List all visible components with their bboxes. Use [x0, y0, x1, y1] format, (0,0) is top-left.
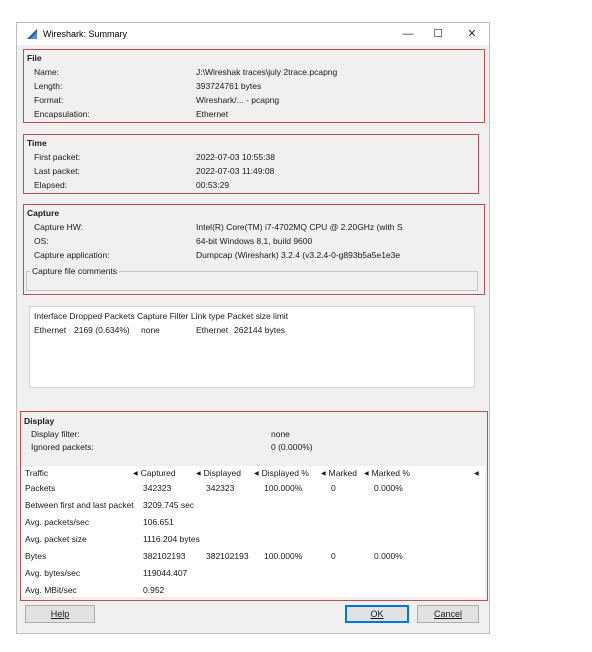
sort-arrow-icon: ◀	[133, 471, 138, 477]
marked-percent-header[interactable]: ◀ Marked %	[364, 468, 410, 478]
interfaces-table[interactable]: Interface Dropped Packets Capture Filter…	[29, 306, 475, 388]
sort-arrow-icon: ◀	[254, 471, 259, 477]
sort-arrow-icon[interactable]: ◀	[474, 468, 482, 478]
capture-hw-value: Intel(R) Core(TM) i7-4702MQ CPU @ 2.20GH…	[196, 222, 403, 232]
file-section-title: File	[27, 53, 42, 63]
captured-header[interactable]: ◀ Captured	[133, 468, 176, 478]
traffic-header[interactable]: Traffic	[25, 468, 48, 478]
file-encapsulation-value: Ethernet	[196, 109, 229, 119]
minimize-button[interactable]: —	[393, 23, 423, 45]
maximize-button[interactable]: ☐	[423, 23, 453, 45]
close-button[interactable]: ✕	[457, 23, 487, 45]
row-label-cell: Avg. packets/sec	[25, 517, 90, 527]
elapsed-label: Elapsed:	[34, 180, 68, 190]
marked-percent-cell: 0.000%	[374, 483, 403, 493]
ignored-packets-value: 0 (0.000%)	[271, 442, 313, 452]
marked-header[interactable]: ◀ Marked	[321, 468, 357, 478]
display-filter-label: Display filter:	[31, 429, 80, 439]
captured-cell: 382102193	[143, 551, 186, 561]
sort-arrow-icon: ◀	[364, 471, 369, 477]
traffic-table[interactable]: Traffic ◀ Captured ◀ Displayed ◀ Displayed …	[21, 466, 485, 597]
display-filter-value: none	[271, 429, 290, 439]
os-label: OS:	[34, 236, 49, 246]
row-label-cell: Between first and last packet	[25, 500, 134, 510]
dropped-packets-cell: 2169 (0.634%)	[74, 325, 130, 335]
capture-comments-label: Capture file comments	[30, 266, 120, 276]
interfaces-header: Interface Dropped Packets Capture Filter…	[34, 311, 289, 321]
capture-filter-cell: none	[141, 325, 160, 335]
last-packet-label: Last packet:	[34, 166, 80, 176]
displayed-cell: 342323	[206, 483, 235, 493]
cancel-button[interactable]: Cancel	[417, 605, 479, 623]
captured-cell: 3209.745 sec	[143, 500, 195, 510]
row-label-cell: Bytes	[25, 551, 47, 561]
packet-size-limit-cell: 262144 bytes	[234, 325, 286, 335]
marked-percent-cell: 0.000%	[374, 551, 403, 561]
capture-section-title: Capture	[27, 208, 60, 218]
file-encapsulation-label: Encapsulation:	[34, 109, 90, 119]
displayed-percent-header[interactable]: ◀ Displayed %	[254, 468, 309, 478]
row-label-cell: Avg. packet size	[25, 534, 87, 544]
link-type-cell: Ethernet	[196, 325, 229, 335]
capture-application-label: Capture application:	[34, 250, 110, 260]
file-length-label: Length:	[34, 81, 63, 91]
captured-cell: 0.952	[143, 585, 165, 595]
window-title: Wireshark: Summary	[43, 29, 128, 39]
marked-cell: 0	[331, 551, 336, 561]
capture-application-value: Dumpcap (Wireshark) 3.2.4 (v3.2.4-0-g893…	[196, 250, 401, 260]
interface-name-cell: Ethernet	[34, 325, 67, 335]
sort-arrow-icon: ◀	[196, 471, 201, 477]
display-section-title: Display	[24, 416, 55, 426]
file-name-label: Name:	[34, 67, 60, 77]
captured-cell: 342323	[143, 483, 172, 493]
time-section-title: Time	[27, 138, 47, 148]
file-format-label: Format:	[34, 95, 64, 105]
file-length-value: 393724761 bytes	[196, 81, 262, 91]
help-button[interactable]: Help	[25, 605, 95, 623]
row-label-cell: Packets	[25, 483, 56, 493]
capture-hw-label: Capture HW:	[34, 222, 83, 232]
first-packet-label: First packet:	[34, 152, 81, 162]
captured-cell: 1116.204 bytes	[143, 534, 200, 544]
first-packet-value: 2022-07-03 10:55:38	[196, 152, 275, 162]
file-name-value: J:\Wireshak traces\july 2trace.pcapng	[196, 67, 338, 77]
captured-cell: 106.651	[143, 517, 174, 527]
os-value: 64-bit Windows 8.1, build 9600	[196, 236, 313, 246]
displayed-cell: 382102193	[206, 551, 249, 561]
displayed-percent-cell: 100.000%	[264, 551, 303, 561]
capture-comments-field[interactable]: Capture file comments	[26, 266, 478, 291]
file-section: File Name: J:\Wireshak traces\july 2trac…	[23, 49, 485, 123]
row-label-cell: Avg. bytes/sec	[25, 568, 81, 578]
summary-dialog: Wireshark: Summary — ☐ ✕ File Name: J:\W…	[16, 22, 490, 634]
time-section: Time First packet: 2022-07-03 10:55:38 L…	[23, 134, 479, 194]
displayed-percent-cell: 100.000%	[264, 483, 303, 493]
row-label-cell: Avg. MBit/sec	[25, 585, 77, 595]
sort-arrow-icon: ◀	[321, 471, 326, 477]
elapsed-value: 00:53:29	[196, 180, 230, 190]
wireshark-fin-icon	[27, 29, 37, 39]
ignored-packets-label: Ignored packets:	[31, 442, 94, 452]
marked-cell: 0	[331, 483, 336, 493]
title-bar: Wireshark: Summary — ☐ ✕	[17, 23, 489, 45]
displayed-header[interactable]: ◀ Displayed	[196, 468, 241, 478]
captured-cell: 119044.407	[143, 568, 188, 578]
last-packet-value: 2022-07-03 11:49:08	[196, 166, 275, 176]
ok-button[interactable]: OK	[345, 605, 409, 623]
file-format-value: Wireshark/... - pcapng	[196, 95, 280, 105]
